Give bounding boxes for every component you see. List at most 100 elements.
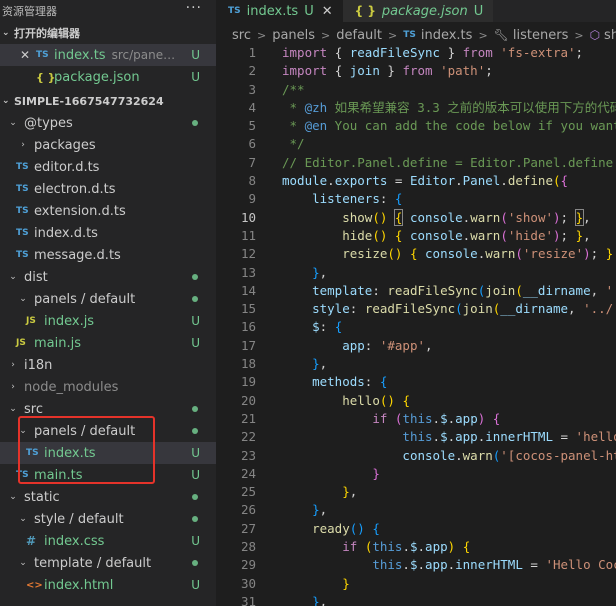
code-editor[interactable]: 1 import { readFileSync } from 'fs-extra'… (216, 44, 616, 606)
file-item[interactable]: TS index.ts U (0, 442, 216, 464)
code-line: 24 } (216, 465, 616, 483)
breadcrumb-item[interactable]: default (336, 28, 382, 43)
code-text: if (this.$.app) { (342, 539, 471, 555)
open-editor-path: src/panels/... (111, 48, 178, 62)
line-number: 3 (248, 81, 256, 97)
code-line: 3 /** (216, 81, 616, 99)
tree-item-label: template / default (34, 555, 152, 571)
folder-item[interactable]: ⌄ template / default (0, 552, 216, 574)
line-number: 15 (240, 301, 256, 317)
file-item[interactable]: TS message.d.ts (0, 244, 216, 266)
code-text: * @en You can add the code below if you … (282, 118, 616, 134)
folder-item[interactable]: ⌄ panels / default (0, 288, 216, 310)
chevron-right-icon: > (321, 28, 331, 42)
open-editors-header[interactable]: ⌄ 打开的编辑器 (0, 22, 216, 44)
modified-dot-icon (192, 406, 198, 412)
file-item[interactable]: # index.css U (0, 530, 216, 552)
modified-dot-icon (192, 516, 198, 522)
code-text: this.$.app.innerHTML = 'hello'; (402, 429, 616, 445)
code-text: resize() { console.warn('resize'); } (342, 246, 614, 262)
breadcrumb-item[interactable]: show (604, 28, 616, 43)
chevron-down-icon: ⌄ (19, 294, 27, 304)
chevron-down-icon: ⌄ (2, 28, 10, 38)
folder-item[interactable]: ⌄ src (0, 398, 216, 420)
code-line: 15 style: readFileSync(join(__dirname, '… (216, 300, 616, 318)
file-item[interactable]: <> index.html U (0, 574, 216, 596)
breadcrumb-item[interactable]: panels (272, 28, 315, 43)
open-editors-title: 打开的编辑器 (14, 27, 80, 40)
tree-item-label: index.ts (44, 445, 96, 461)
folder-item[interactable]: › packages (0, 134, 216, 156)
file-item[interactable]: JS main.js U (0, 332, 216, 354)
code-text: } (342, 575, 350, 591)
chevron-down-icon: ⌄ (9, 272, 17, 282)
open-editor-item[interactable]: { } package.json U (0, 66, 216, 88)
close-icon[interactable]: ✕ (20, 48, 34, 62)
line-number: 11 (240, 227, 256, 243)
code-text: }, (342, 484, 358, 500)
line-number: 19 (240, 374, 256, 390)
code-text: } (372, 465, 380, 481)
code-line: 2 import { join } from 'path'; (216, 62, 616, 80)
folder-item[interactable]: › i18n (0, 354, 216, 376)
tree-item-label: extension.d.ts (34, 203, 126, 219)
line-number: 30 (240, 575, 256, 591)
file-item[interactable]: TS extension.d.ts (0, 200, 216, 222)
breadcrumb-item[interactable]: index.ts (421, 28, 473, 43)
tree-item-label: index.d.ts (34, 225, 98, 241)
folder-item[interactable]: ⌄ @types (0, 112, 216, 134)
code-line: 27 ready() { (216, 520, 616, 538)
file-item[interactable]: TS main.ts U (0, 464, 216, 486)
chevron-down-icon: ⌄ (19, 426, 27, 436)
file-item[interactable]: TS electron.d.ts (0, 178, 216, 200)
typescript-icon: TS (228, 6, 241, 16)
git-status-badge: U (191, 314, 200, 328)
folder-item[interactable]: ⌄ style / default (0, 508, 216, 530)
open-editor-name: package.json (54, 69, 140, 85)
chevron-right-icon: › (11, 360, 15, 370)
typescript-icon: TS (36, 50, 49, 60)
tab-package-json[interactable]: { } package.json U (342, 0, 494, 22)
line-number: 16 (240, 319, 256, 335)
breadcrumb-item[interactable]: listeners (513, 28, 568, 43)
ellipsis-icon[interactable]: ··· (186, 0, 202, 16)
workspace-header[interactable]: ⌄ SIMPLE-1667547732624 (0, 90, 216, 112)
code-line: 20 hello() { (216, 392, 616, 410)
code-line: 18 }, (216, 355, 616, 373)
tree-item-label: panels / default (34, 291, 136, 307)
chevron-down-icon: ⌄ (9, 118, 17, 128)
folder-item[interactable]: ⌄ panels / default (0, 420, 216, 442)
json-icon: { } (354, 4, 376, 18)
line-number: 7 (248, 154, 256, 170)
tree-item-label: index.css (44, 533, 105, 549)
line-number: 2 (248, 63, 256, 79)
line-number: 10 (240, 209, 256, 225)
chevron-down-icon: ⌄ (2, 96, 10, 106)
code-text: if (this.$.app) { (372, 410, 501, 426)
folder-item[interactable]: ⌄ dist (0, 266, 216, 288)
code-text: module.exports = Editor.Panel.define({ (282, 173, 569, 189)
tree-item-label: packages (34, 137, 96, 153)
close-icon[interactable]: ✕ (322, 4, 333, 19)
code-line: 30 } (216, 575, 616, 593)
breadcrumb-item[interactable]: src (232, 28, 251, 43)
wrench-icon: 🔧︎ (493, 28, 509, 42)
folder-item[interactable]: ⌄ static (0, 486, 216, 508)
git-status-badge: U (191, 468, 200, 482)
open-editor-item[interactable]: ✕ TS index.ts src/panels/... U (0, 44, 216, 66)
file-item[interactable]: TS index.d.ts (0, 222, 216, 244)
file-item[interactable]: JS index.js U (0, 310, 216, 332)
code-text: * @zh 如果希望兼容 3.3 之前的版本可以使用下方的代码 (282, 99, 616, 115)
code-text: ready() { (312, 520, 380, 536)
typescript-icon: TS (16, 470, 29, 480)
tab-index-ts[interactable]: TS index.ts U ✕ (216, 0, 343, 22)
tree-item-label: message.d.ts (34, 247, 121, 263)
chevron-right-icon: › (21, 140, 25, 150)
code-text: listeners: { (312, 191, 403, 207)
folder-item[interactable]: › node_modules (0, 376, 216, 398)
file-item[interactable]: TS editor.d.ts (0, 156, 216, 178)
code-text: }, (312, 593, 328, 606)
code-text: }, (312, 502, 328, 518)
code-line: 28 if (this.$.app) { (216, 538, 616, 556)
line-number: 13 (240, 264, 256, 280)
